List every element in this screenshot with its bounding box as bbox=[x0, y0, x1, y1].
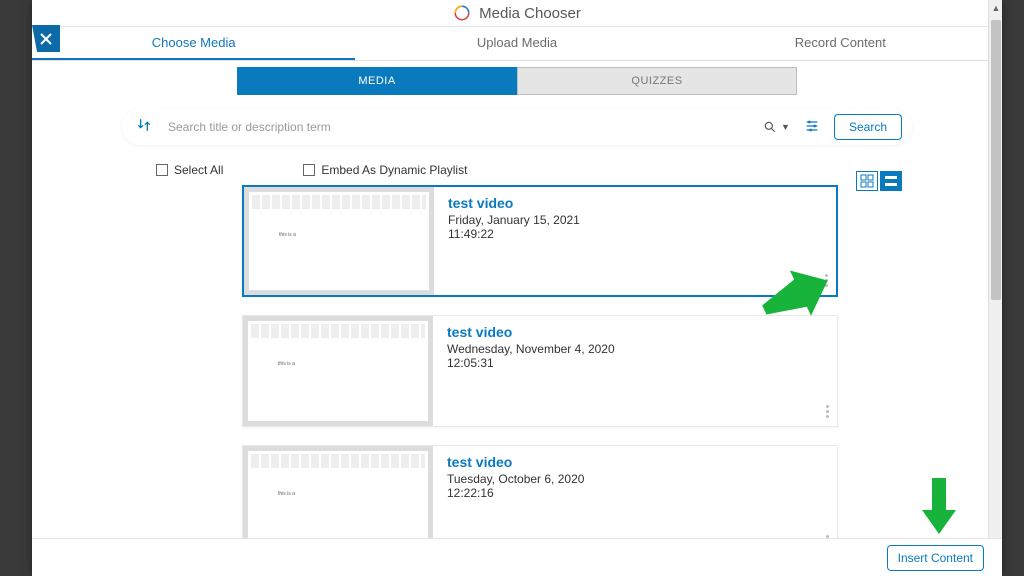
grid-view-button[interactable] bbox=[856, 171, 878, 191]
media-thumbnail: this is a bbox=[244, 187, 434, 295]
dynamic-playlist-label: Embed As Dynamic Playlist bbox=[321, 163, 467, 177]
subtab-media[interactable]: MEDIA bbox=[237, 67, 517, 95]
media-chooser-modal: ▲ ▼ Media Chooser Choose Media Upload Me… bbox=[32, 0, 1002, 576]
media-date: Tuesday, October 6, 2020 bbox=[447, 472, 823, 486]
media-item[interactable]: this is a test video Friday, January 15,… bbox=[242, 185, 838, 297]
media-time: 11:49:22 bbox=[448, 227, 822, 241]
scroll-up[interactable]: ▲ bbox=[989, 1, 1003, 15]
media-title: test video bbox=[448, 195, 822, 211]
more-options-icon[interactable] bbox=[825, 274, 828, 287]
media-time: 12:05:31 bbox=[447, 356, 823, 370]
select-all-checkbox[interactable]: Select All bbox=[156, 163, 223, 177]
media-title: test video bbox=[447, 454, 823, 470]
media-item[interactable]: this is a test video Wednesday, November… bbox=[242, 315, 838, 427]
view-toggle bbox=[856, 171, 902, 191]
dynamic-playlist-checkbox[interactable]: Embed As Dynamic Playlist bbox=[303, 163, 467, 177]
tab-choose-media[interactable]: Choose Media bbox=[32, 27, 355, 60]
media-thumbnail: this is a bbox=[243, 316, 433, 426]
media-list: this is a test video Friday, January 15,… bbox=[242, 185, 838, 557]
insert-content-button[interactable]: Insert Content bbox=[887, 545, 984, 571]
chevron-down-icon: ▼ bbox=[781, 122, 790, 132]
search-scope-dropdown[interactable]: ▼ bbox=[763, 120, 790, 134]
search-button[interactable]: Search bbox=[834, 114, 902, 140]
modal-footer: Insert Content bbox=[32, 538, 1002, 576]
more-options-icon[interactable] bbox=[826, 405, 829, 418]
top-tabs: Choose Media Upload Media Record Content bbox=[32, 27, 1002, 61]
modal-header: Media Chooser bbox=[32, 0, 1002, 27]
sub-tabs: MEDIA QUIZZES bbox=[32, 67, 1002, 95]
tab-record-content[interactable]: Record Content bbox=[679, 27, 1002, 60]
filter-icon[interactable] bbox=[800, 118, 824, 137]
modal-title: Media Chooser bbox=[479, 5, 581, 22]
media-date: Wednesday, November 4, 2020 bbox=[447, 342, 823, 356]
sort-icon[interactable] bbox=[132, 117, 156, 138]
list-view-button[interactable] bbox=[880, 171, 902, 191]
media-time: 12:22:16 bbox=[447, 486, 823, 500]
search-input[interactable] bbox=[166, 114, 753, 140]
media-date: Friday, January 15, 2021 bbox=[448, 213, 822, 227]
subtab-quizzes[interactable]: QUIZZES bbox=[517, 67, 797, 95]
tab-upload-media[interactable]: Upload Media bbox=[355, 27, 678, 60]
search-bar: ▼ Search bbox=[122, 109, 912, 145]
media-title: test video bbox=[447, 324, 823, 340]
app-logo-icon bbox=[453, 4, 471, 22]
select-all-label: Select All bbox=[174, 163, 223, 177]
